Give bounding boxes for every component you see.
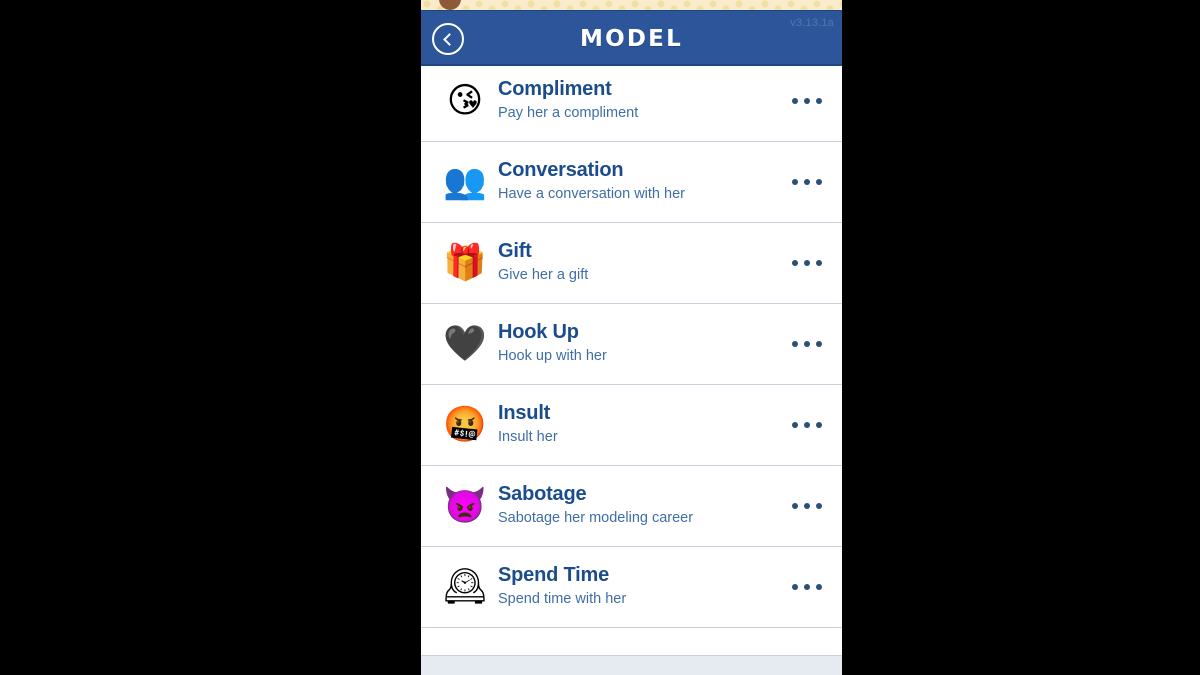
- action-list: Demand Demand her 😘 Compliment Pay her a…: [421, 12, 842, 628]
- list-item-text: Insult Insult her: [487, 402, 772, 449]
- list-item-spend-time[interactable]: 🕰 Spend Time Spend time with her: [421, 547, 842, 628]
- kissing-face-emoji: 😘: [446, 80, 484, 121]
- screenshot-root: Demand Demand her 😘 Compliment Pay her a…: [0, 0, 1200, 675]
- list-item-title: Spend Time: [498, 563, 609, 586]
- list-item-text: Compliment Pay her a compliment: [487, 78, 772, 125]
- more-dot-icon: [792, 179, 798, 185]
- list-item-subtitle: Have a conversation with her: [498, 185, 685, 202]
- more-dot-icon: [792, 422, 798, 428]
- list-item-title: Sabotage: [498, 482, 587, 505]
- list-item-title: Compliment: [498, 77, 612, 100]
- more-dot-icon: [816, 179, 822, 185]
- list-item-title: Conversation: [498, 158, 624, 181]
- angry-face-with-horns-emoji: 👿: [443, 485, 487, 526]
- black-heart-emoji: 🖤: [443, 323, 487, 364]
- list-item-subtitle: Hook up with her: [498, 347, 607, 364]
- more-dot-icon: [804, 98, 810, 104]
- more-options-button[interactable]: [772, 61, 842, 142]
- list-item-hook-up[interactable]: 🖤 Hook Up Hook up with her: [421, 304, 842, 385]
- busts-in-silhouette-emoji: 👥: [443, 161, 487, 202]
- more-dot-icon: [792, 584, 798, 590]
- wrapped-gift-emoji: 🎁: [443, 242, 487, 283]
- more-dot-icon: [816, 260, 822, 266]
- list-item-text: Gift Give her a gift: [487, 240, 772, 287]
- version-label: v3.13.1a: [790, 17, 834, 29]
- more-dot-icon: [816, 98, 822, 104]
- list-item-text: Spend Time Spend time with her: [487, 564, 772, 611]
- more-dot-icon: [804, 422, 810, 428]
- more-dot-icon: [792, 260, 798, 266]
- more-dot-icon: [816, 422, 822, 428]
- face-with-symbols-on-mouth-emoji: 🤬: [443, 404, 487, 445]
- list-item-subtitle: Insult her: [498, 428, 558, 445]
- phone-viewport: Demand Demand her 😘 Compliment Pay her a…: [421, 0, 842, 675]
- more-dot-icon: [816, 341, 822, 347]
- list-item-subtitle: Give her a gift: [498, 266, 589, 283]
- list-item-gift[interactable]: 🎁 Gift Give her a gift: [421, 223, 842, 304]
- more-dot-icon: [804, 341, 810, 347]
- list-item-subtitle: Spend time with her: [498, 590, 627, 607]
- more-dot-icon: [816, 503, 822, 509]
- list-item-conversation[interactable]: 👥 Conversation Have a conversation with …: [421, 142, 842, 223]
- more-options-button[interactable]: [772, 223, 842, 304]
- more-options-button[interactable]: [772, 304, 842, 385]
- more-options-button[interactable]: [772, 466, 842, 547]
- app-header: MODEL v3.13.1a: [421, 11, 842, 66]
- list-item-subtitle: Pay her a compliment: [498, 104, 639, 121]
- back-button[interactable]: [432, 23, 464, 55]
- list-item-text: Hook Up Hook up with her: [487, 321, 772, 368]
- more-dot-icon: [804, 503, 810, 509]
- bottom-panel: [421, 655, 842, 675]
- more-options-button[interactable]: [772, 547, 842, 628]
- chevron-left-icon: [443, 32, 456, 46]
- list-item-title: Gift: [498, 239, 532, 262]
- list-item-subtitle: Sabotage her modeling career: [498, 509, 694, 526]
- more-dot-icon: [792, 98, 798, 104]
- more-dot-icon: [804, 584, 810, 590]
- more-dot-icon: [804, 260, 810, 266]
- list-item-sabotage[interactable]: 👿 Sabotage Sabotage her modeling career: [421, 466, 842, 547]
- list-item-title: Hook Up: [498, 320, 579, 343]
- list-item-text: Conversation Have a conversation with he…: [487, 159, 772, 206]
- list-item-compliment[interactable]: 😘 Compliment Pay her a compliment: [421, 61, 842, 142]
- list-item-text: Sabotage Sabotage her modeling career: [487, 483, 772, 530]
- list-item-insult[interactable]: 🤬 Insult Insult her: [421, 385, 842, 466]
- more-dot-icon: [816, 584, 822, 590]
- more-dot-icon: [792, 503, 798, 509]
- mantelpiece-clock-emoji: 🕰: [442, 566, 488, 607]
- avatar: [439, 0, 461, 10]
- more-dot-icon: [792, 341, 798, 347]
- more-options-button[interactable]: [772, 142, 842, 223]
- page-title: MODEL: [580, 25, 683, 52]
- more-dot-icon: [804, 179, 810, 185]
- more-options-button[interactable]: [772, 385, 842, 466]
- list-item-title: Insult: [498, 401, 551, 424]
